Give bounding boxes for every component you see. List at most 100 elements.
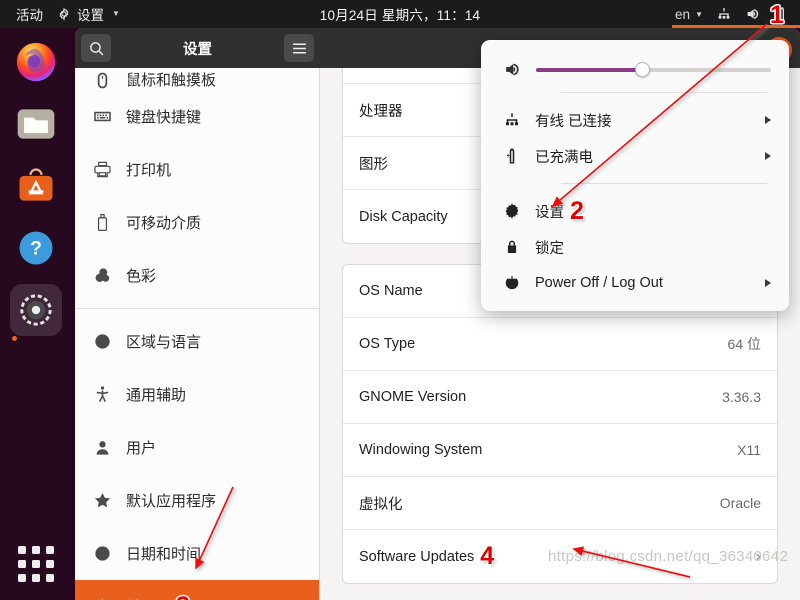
table-row: 虚拟化 Oracle: [343, 477, 777, 530]
menu-item-label: 设置 2: [535, 196, 771, 225]
sidebar-item-label: 鼠标和触摸板: [126, 72, 217, 89]
menu-item-battery[interactable]: 已充满电: [481, 138, 789, 174]
battery-charged-icon: [506, 148, 515, 164]
screen: 活动 设置 ▼ 10月24日 星期六，11：14 en ▼ ? 设置 鼠标和触摸…: [0, 0, 800, 600]
help-icon: ?: [19, 231, 53, 265]
sidebar-item-label: 打印机: [126, 162, 172, 179]
volume-slider[interactable]: [536, 62, 771, 78]
keyboard-layout-label: en: [675, 6, 691, 22]
gnome-top-bar: 活动 设置 ▼ 10月24日 星期六，11：14 en ▼: [0, 0, 800, 28]
sidebar-item-accessibility[interactable]: 通用辅助: [75, 368, 319, 421]
search-icon: [89, 41, 103, 55]
dock-item-firefox[interactable]: [10, 36, 62, 88]
grid-dot: [18, 546, 26, 554]
annotation-marker-2: 2: [570, 196, 584, 225]
chevron-down-icon: ▼: [695, 9, 703, 19]
sidebar-item-label: 色彩: [126, 268, 157, 285]
globe-icon: [93, 332, 112, 351]
menu-item-settings[interactable]: 设置 2: [481, 193, 789, 229]
settings-sidebar[interactable]: 鼠标和触摸板 键盘快捷键 打印机 可移动介质 色彩 区域与语言 通用辅助 用户 …: [75, 68, 320, 600]
printer-icon: [93, 160, 112, 179]
accessibility-icon: [93, 385, 112, 404]
grid-dot: [46, 560, 54, 568]
annotation-marker-3: 3: [176, 594, 190, 600]
star-icon: [93, 491, 112, 510]
row-label: 处理器: [359, 103, 403, 120]
running-indicator-dot: [12, 336, 17, 341]
firefox-icon: [16, 42, 56, 82]
sidebar-item-label: 通用辅助: [126, 387, 187, 404]
removable-media-icon: [93, 213, 112, 232]
gear-icon: [505, 203, 519, 219]
sidebar-title: 设置: [183, 41, 212, 58]
table-row: GNOME Version 3.36.3: [343, 371, 777, 424]
sidebar-item-label: 默认应用程序: [126, 493, 217, 510]
volume-icon[interactable]: [745, 6, 761, 22]
menu-item-lock[interactable]: 锁定: [481, 229, 789, 265]
dock-item-help[interactable]: ?: [10, 222, 62, 274]
volume-control-row[interactable]: [481, 50, 789, 83]
ubuntu-dock: ?: [0, 28, 72, 600]
menu-separator: [561, 92, 767, 93]
watermark: https://blog.csdn.net/qq_36340642: [548, 548, 789, 565]
sidebar-item-label: 可移动介质: [126, 215, 202, 232]
svg-text:?: ?: [30, 238, 42, 259]
slider-fill: [536, 67, 642, 72]
sidebar-item-default-applications[interactable]: 默认应用程序: [75, 474, 319, 527]
color-icon: [93, 266, 112, 285]
sidebar-item-label: 关于: [126, 596, 156, 600]
sidebar-item-mouse[interactable]: 鼠标和触摸板: [75, 68, 319, 90]
row-label: OS Type: [359, 336, 416, 352]
settings-gear-icon: [20, 294, 52, 326]
dock-item-settings[interactable]: [10, 284, 62, 341]
ubuntu-software-icon: [19, 168, 53, 201]
menu-item-label: 锁定: [535, 240, 564, 257]
keyboard-icon: [93, 107, 112, 126]
keyboard-layout-indicator[interactable]: en ▼: [675, 7, 703, 22]
row-label: GNOME Version: [359, 389, 467, 405]
lock-icon: [507, 240, 517, 253]
chevron-right-icon[interactable]: [765, 152, 771, 160]
search-button[interactable]: [81, 34, 111, 62]
row-label: 虚拟化: [359, 496, 403, 513]
user-icon: [93, 438, 112, 457]
sidebar-item-removable-media[interactable]: 可移动介质: [75, 196, 319, 249]
table-row: OS Type 64 位: [343, 318, 777, 371]
sidebar-item-keyboard-shortcuts[interactable]: 键盘快捷键: [75, 90, 319, 143]
menu-item-label: Power Off / Log Out: [535, 275, 663, 291]
menu-item-power[interactable]: Power Off / Log Out: [481, 265, 789, 301]
power-icon: [505, 276, 519, 290]
row-value: X11: [737, 442, 761, 458]
software-card: OS Name OS Type 64 位 GNOME Version 3.36.…: [342, 264, 778, 584]
row-label: Windowing System: [359, 442, 483, 458]
system-menu-popup[interactable]: 有线 已连接 已充满电 设置 2 锁定 Power Off / Log Out: [481, 40, 789, 311]
dock-item-files[interactable]: [10, 98, 62, 150]
show-applications-button[interactable]: [14, 542, 58, 586]
row-label: Software Updates: [359, 548, 475, 565]
sidebar-item-about[interactable]: 关于 3: [75, 580, 319, 600]
slider-knob[interactable]: [634, 62, 650, 77]
row-label: 图形: [359, 156, 388, 173]
sidebar-item-date-time[interactable]: 日期和时间: [75, 527, 319, 580]
grid-dot: [46, 546, 54, 554]
annotation-marker-4: 4: [480, 542, 495, 570]
menu-item-label: 已充满电: [535, 149, 593, 166]
menu-item-network[interactable]: 有线 已连接: [481, 102, 789, 138]
sidebar-item-printers[interactable]: 打印机: [75, 143, 319, 196]
grid-dot: [32, 546, 40, 554]
grid-dot: [18, 574, 26, 582]
sidebar-item-color[interactable]: 色彩: [75, 249, 319, 302]
grid-dot: [46, 574, 54, 582]
sidebar-item-label: 键盘快捷键: [126, 109, 202, 126]
sidebar-item-region-language[interactable]: 区域与语言: [75, 315, 319, 368]
network-wired-icon[interactable]: [716, 6, 732, 22]
row-value: 3.36.3: [722, 389, 761, 405]
files-icon: [17, 109, 55, 139]
main-menu-button[interactable]: [284, 34, 314, 62]
chevron-right-icon[interactable]: [765, 279, 771, 287]
chevron-right-icon[interactable]: [765, 116, 771, 124]
sidebar-separator: [75, 308, 319, 309]
grid-dot: [18, 560, 26, 568]
dock-item-ubuntu-software[interactable]: [10, 160, 62, 212]
sidebar-item-users[interactable]: 用户: [75, 421, 319, 474]
